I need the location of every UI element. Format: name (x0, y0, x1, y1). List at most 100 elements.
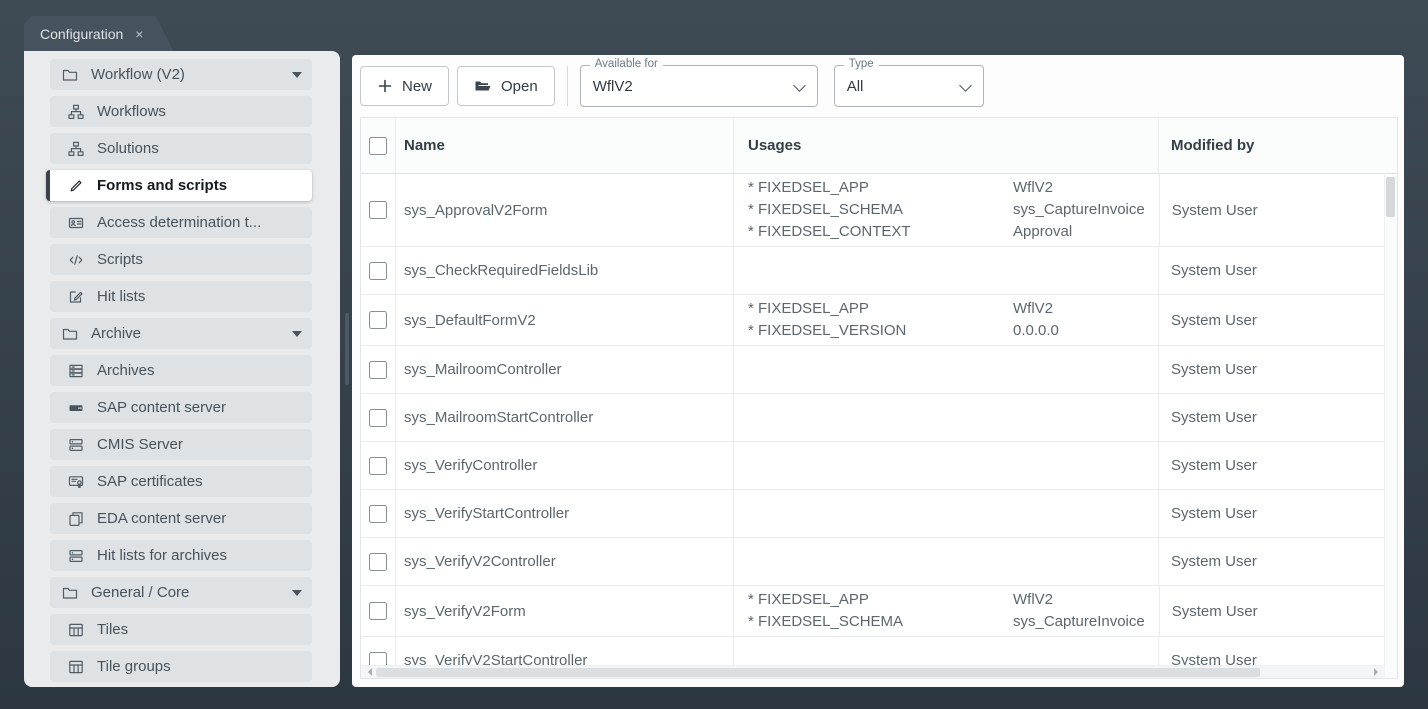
drive-filled-icon (66, 400, 85, 416)
sidebar-item-label: Tile groups (97, 658, 302, 675)
type-select[interactable]: Type All (834, 65, 984, 107)
table-row[interactable]: sys_DefaultFormV2* FIXEDSEL_APP* FIXEDSE… (361, 295, 1397, 346)
sidebar-item-tile-groups[interactable]: Tile groups (50, 651, 312, 682)
shelves-icon (66, 363, 85, 379)
server-icon (66, 548, 85, 564)
row-checkbox[interactable] (369, 311, 387, 329)
tab-close-icon[interactable]: × (135, 26, 143, 42)
folder-icon (60, 585, 79, 601)
row-checkbox-cell (361, 174, 396, 246)
cell-usages (734, 442, 1159, 489)
panel-splitter[interactable] (344, 51, 350, 687)
splitter-grip[interactable] (345, 313, 349, 385)
cell-name: sys_VerifyStartController (396, 490, 734, 537)
scroll-right-arrow-icon[interactable] (1374, 668, 1382, 676)
table-row[interactable]: sys_VerifyStartControllerSystem User (361, 490, 1397, 538)
cell-name: sys_CheckRequiredFieldsLib (396, 247, 734, 294)
row-checkbox-cell (361, 442, 396, 489)
table-row[interactable]: sys_VerifyV2Form* FIXEDSEL_APP* FIXEDSEL… (361, 586, 1397, 637)
row-checkbox[interactable] (369, 553, 387, 571)
sidebar-item-archive[interactable]: Archive (50, 318, 312, 349)
table-row[interactable]: sys_ApprovalV2Form* FIXEDSEL_APP* FIXEDS… (361, 174, 1397, 247)
plus-icon (377, 78, 393, 94)
row-checkbox-cell (361, 586, 396, 636)
row-checkbox-cell (361, 538, 396, 585)
sidebar-item-hit-lists-for-archives[interactable]: Hit lists for archives (50, 540, 312, 571)
sidebar-item-label: Solutions (97, 140, 302, 157)
sidebar-item-scripts[interactable]: Scripts (50, 244, 312, 275)
cell-modified-by: System User (1159, 247, 1397, 294)
sidebar-item-label: EDA content server (97, 510, 302, 527)
cell-modified-by: System User (1159, 295, 1397, 345)
table-grid-icon (66, 622, 85, 638)
cell-usages: * FIXEDSEL_APP* FIXEDSEL_SCHEMAWflV2sys_… (734, 586, 1160, 636)
certificate-icon (66, 474, 85, 490)
horizontal-scrollbar-thumb[interactable] (376, 668, 1260, 677)
table-row[interactable]: sys_MailroomStartControllerSystem User (361, 394, 1397, 442)
sidebar-item-label: SAP content server (97, 399, 302, 416)
row-checkbox[interactable] (369, 602, 387, 620)
sidebar-item-sap-certificates[interactable]: SAP certificates (50, 466, 312, 497)
sidebar-item-workflows[interactable]: Workflows (50, 96, 312, 127)
scrollbar-corner (1385, 666, 1397, 678)
type-label: Type (844, 58, 879, 70)
table-row[interactable]: sys_CheckRequiredFieldsLib System User (361, 247, 1397, 295)
sidebar-item-solutions[interactable]: Solutions (50, 133, 312, 164)
table-row[interactable]: sys_VerifyController System User (361, 442, 1397, 490)
column-header-usages: Usages (734, 118, 1159, 173)
sidebar-item-hit-lists[interactable]: Hit lists (50, 281, 312, 312)
sidebar-item-eda-content-server[interactable]: EDA content server (50, 503, 312, 534)
scroll-left-arrow-icon[interactable] (364, 668, 372, 676)
sidebar-item-label: Archives (97, 362, 302, 379)
sidebar-item-label: Forms and scripts (97, 177, 302, 194)
tab-configuration[interactable]: Configuration × (24, 16, 173, 51)
cell-modified-by: System User (1159, 442, 1397, 489)
select-all-checkbox[interactable] (369, 137, 387, 155)
row-checkbox[interactable] (369, 409, 387, 427)
row-checkbox[interactable] (369, 201, 387, 219)
sidebar-item-workflow-v2[interactable]: Workflow (V2) (50, 59, 312, 90)
table-row[interactable]: sys_MailroomControllerSystem User (361, 346, 1397, 394)
cell-name: sys_VerifyController (396, 442, 734, 489)
select-all-cell (361, 118, 396, 173)
horizontal-scrollbar[interactable] (361, 665, 1385, 678)
vertical-scrollbar-thumb[interactable] (1386, 177, 1395, 217)
sidebar-item-access-determination-t[interactable]: Access determination t... (50, 207, 312, 238)
table-body: sys_ApprovalV2Form* FIXEDSEL_APP* FIXEDS… (361, 174, 1397, 679)
row-checkbox[interactable] (369, 505, 387, 523)
available-for-value: WflV2 (593, 78, 633, 95)
table-header: Name Usages Modified by (361, 118, 1397, 174)
cell-name: sys_VerifyV2Form (396, 586, 734, 636)
sidebar-item-label: General / Core (91, 584, 280, 601)
cell-usages: * FIXEDSEL_APP* FIXEDSEL_SCHEMA* FIXEDSE… (734, 174, 1160, 246)
row-checkbox[interactable] (369, 361, 387, 379)
sidebar-item-label: Hit lists (97, 288, 302, 305)
available-for-select[interactable]: Available for WflV2 (580, 65, 818, 107)
usage-values: WflV20.0.0.0 (1013, 298, 1144, 342)
usage-values: WflV2sys_CaptureInvoiceApproval (1013, 177, 1145, 243)
sidebar-item-label: Tiles (97, 621, 302, 638)
cell-name: sys_MailroomController (396, 346, 734, 393)
row-checkbox[interactable] (369, 262, 387, 280)
new-button-label: New (402, 78, 432, 95)
row-checkbox[interactable] (369, 457, 387, 475)
sidebar-item-forms-and-scripts[interactable]: Forms and scripts (46, 170, 312, 201)
open-button[interactable]: Open (457, 66, 555, 106)
cell-name: sys_MailroomStartController (396, 394, 734, 441)
sitemap-icon (66, 104, 85, 120)
results-table: Name Usages Modified by sys_ApprovalV2Fo… (360, 117, 1398, 679)
sidebar-item-cmis-server[interactable]: CMIS Server (50, 429, 312, 460)
usage-values: WflV2sys_CaptureInvoice (1013, 589, 1145, 633)
sidebar-item-sap-content-server[interactable]: SAP content server (50, 392, 312, 423)
new-button[interactable]: New (360, 66, 449, 106)
row-checkbox-cell (361, 346, 396, 393)
open-folder-icon (474, 78, 492, 94)
sidebar-item-label: Hit lists for archives (97, 547, 302, 564)
sidebar-item-general-core[interactable]: General / Core (50, 577, 312, 608)
sidebar-tree: Workflow (V2) Workflows Solutions Forms and… (24, 59, 340, 682)
sidebar-item-tiles[interactable]: Tiles (50, 614, 312, 645)
sidebar-item-archives[interactable]: Archives (50, 355, 312, 386)
table-row[interactable]: sys_VerifyV2ControllerSystem User (361, 538, 1397, 586)
table-grid-icon (66, 659, 85, 675)
vertical-scrollbar[interactable] (1384, 175, 1397, 666)
